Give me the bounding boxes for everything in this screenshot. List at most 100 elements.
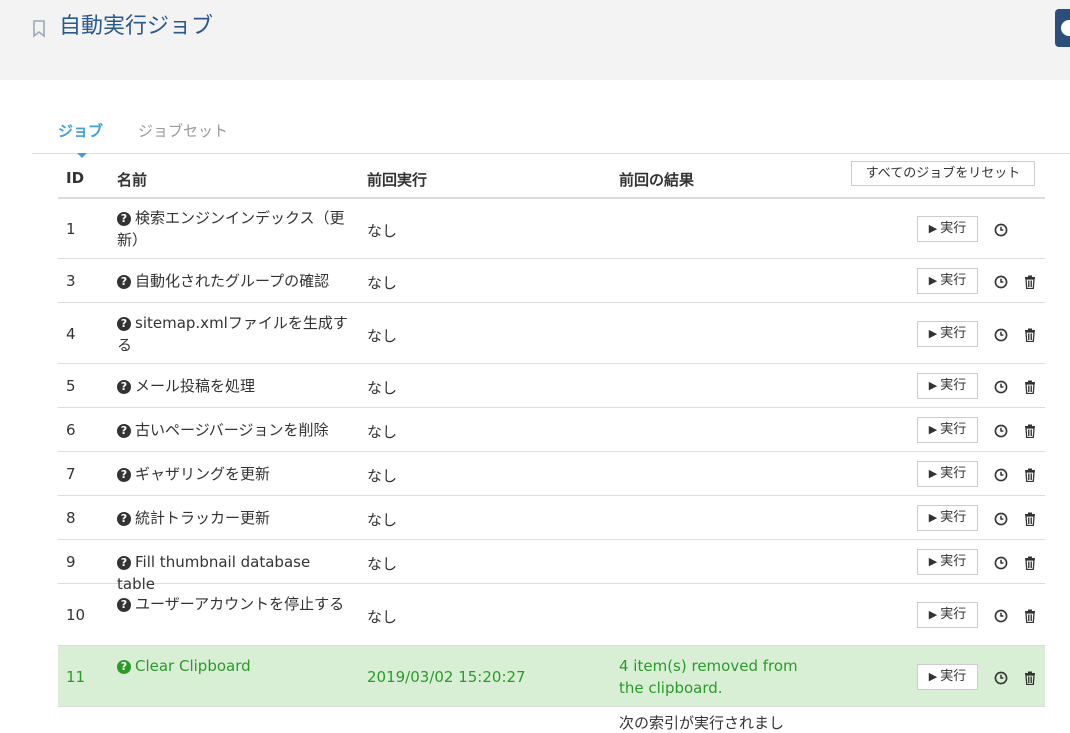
job-last-run: なし bbox=[367, 608, 398, 626]
job-name: ? 古いページバージョンを削除 bbox=[117, 419, 352, 441]
schedule-clock-icon[interactable] bbox=[994, 608, 1008, 623]
job-name: ? Clear Clipboard bbox=[117, 655, 352, 677]
run-job-button[interactable]: ▶ 実行 bbox=[917, 320, 978, 347]
job-name: ? 統計トラッカー更新 bbox=[117, 507, 352, 529]
delete-trash-icon[interactable] bbox=[1024, 555, 1036, 571]
run-job-button[interactable]: ▶ 実行 bbox=[917, 461, 978, 487]
column-header-name: 名前 bbox=[117, 171, 148, 189]
job-id: 3 bbox=[66, 272, 76, 290]
run-job-button[interactable]: ▶ 実行 bbox=[917, 373, 978, 399]
table-row: 5? メール投稿を処理 なし ▶ 実行 bbox=[58, 364, 1045, 408]
reset-all-jobs-button[interactable]: すべてのジョブをリセット bbox=[851, 161, 1035, 186]
job-last-run: なし bbox=[367, 467, 398, 485]
tab-bar: ジョブ ジョブセット bbox=[32, 115, 1070, 158]
tab-job-sets[interactable]: ジョブセット bbox=[138, 121, 228, 141]
job-name: ? 自動化されたグループの確認 bbox=[117, 270, 352, 292]
job-name: ? 検索エンジンインデックス（更新） bbox=[117, 207, 352, 251]
play-icon: ▶ bbox=[928, 669, 938, 683]
jobs-table-body: 1? 検索エンジンインデックス（更新） なし ▶ 実行 3? 自動化されたグループの確認 なし… bbox=[58, 198, 1045, 707]
header-action-icon bbox=[1061, 20, 1070, 36]
help-icon[interactable]: ? bbox=[117, 316, 131, 331]
job-name-text: 統計トラッカー更新 bbox=[135, 509, 271, 527]
job-id: 11 bbox=[66, 667, 86, 686]
table-row: 9? Fill thumbnail database table なし ▶ 実行 bbox=[58, 540, 1045, 593]
job-name: ? メール投稿を処理 bbox=[117, 375, 352, 397]
run-job-label: 実行 bbox=[940, 668, 967, 684]
run-job-button[interactable]: ▶ 実行 bbox=[917, 602, 978, 628]
run-job-button[interactable]: ▶ 実行 bbox=[917, 663, 978, 690]
play-icon: ▶ bbox=[928, 608, 938, 621]
play-icon: ▶ bbox=[928, 274, 938, 287]
run-job-label: 実行 bbox=[940, 422, 967, 437]
schedule-clock-icon[interactable] bbox=[994, 670, 1008, 684]
job-name-text: 自動化されたグループの確認 bbox=[135, 272, 330, 290]
page-title: 自動実行ジョブ bbox=[59, 14, 214, 39]
schedule-clock-icon[interactable] bbox=[994, 222, 1008, 236]
schedule-clock-icon[interactable] bbox=[994, 555, 1008, 570]
table-row: 11? Clear Clipboard 2019/03/02 15:20:27 4 i… bbox=[58, 646, 1045, 707]
help-icon[interactable]: ? bbox=[117, 556, 131, 570]
run-job-button[interactable]: ▶ 実行 bbox=[917, 417, 978, 443]
table-row: 4? sitemap.xmlファイルを生成する なし ▶ 実行 bbox=[58, 303, 1045, 364]
run-job-label: 実行 bbox=[940, 510, 967, 525]
run-job-button[interactable]: ▶ 実行 bbox=[917, 549, 978, 575]
job-last-run: なし bbox=[367, 511, 398, 529]
table-row: 10? ユーザーアカウントを停止するなし ▶ 実行 bbox=[58, 584, 1045, 646]
delete-trash-icon[interactable] bbox=[1024, 511, 1036, 527]
help-icon[interactable]: ? bbox=[117, 512, 131, 526]
job-id: 4 bbox=[66, 324, 76, 343]
table-row: 3? 自動化されたグループの確認 なし ▶ 実行 bbox=[58, 259, 1045, 303]
run-job-button[interactable]: ▶ 実行 bbox=[917, 268, 978, 294]
play-icon: ▶ bbox=[928, 326, 938, 340]
schedule-clock-icon[interactable] bbox=[994, 379, 1008, 394]
job-last-run: 2019/03/02 15:20:27 bbox=[367, 667, 526, 686]
table-row: 6? 古いページバージョンを削除 なし ▶ 実行 bbox=[58, 408, 1045, 452]
help-icon[interactable]: ? bbox=[117, 659, 131, 674]
delete-trash-icon[interactable] bbox=[1024, 608, 1036, 624]
play-icon: ▶ bbox=[928, 221, 938, 235]
help-icon[interactable]: ? bbox=[117, 275, 131, 289]
help-icon[interactable]: ? bbox=[117, 211, 131, 226]
header-action-button[interactable] bbox=[1055, 9, 1070, 47]
job-id: 5 bbox=[66, 377, 76, 395]
job-last-run: なし bbox=[367, 221, 398, 240]
schedule-clock-icon[interactable] bbox=[994, 327, 1008, 341]
delete-trash-icon[interactable] bbox=[1024, 423, 1036, 439]
play-icon: ▶ bbox=[928, 555, 938, 568]
schedule-clock-icon[interactable] bbox=[994, 511, 1008, 526]
job-name-text: sitemap.xmlファイルを生成する bbox=[117, 313, 348, 354]
help-icon[interactable]: ? bbox=[117, 424, 131, 438]
page-header: 自動実行ジョブ bbox=[0, 0, 1070, 80]
play-icon: ▶ bbox=[928, 511, 938, 524]
job-name-text: 古いページバージョンを削除 bbox=[135, 421, 329, 439]
play-icon: ▶ bbox=[928, 467, 938, 480]
column-header-last-run: 前回実行 bbox=[367, 171, 428, 189]
schedule-clock-icon[interactable] bbox=[994, 467, 1008, 482]
run-job-label: 実行 bbox=[940, 466, 967, 481]
bookmark-icon[interactable] bbox=[32, 20, 46, 38]
job-name-text: ユーザーアカウントを停止する bbox=[135, 595, 345, 613]
run-job-button[interactable]: ▶ 実行 bbox=[917, 215, 978, 242]
job-id: 1 bbox=[66, 219, 76, 238]
delete-trash-icon[interactable] bbox=[1024, 379, 1036, 395]
run-job-label: 実行 bbox=[940, 220, 967, 236]
help-icon[interactable]: ? bbox=[117, 380, 131, 394]
run-job-button[interactable]: ▶ 実行 bbox=[917, 505, 978, 531]
schedule-clock-icon[interactable] bbox=[994, 423, 1008, 438]
run-job-label: 実行 bbox=[940, 554, 967, 569]
delete-trash-icon[interactable] bbox=[1024, 274, 1036, 290]
help-icon[interactable]: ? bbox=[117, 468, 131, 482]
delete-trash-icon[interactable] bbox=[1024, 670, 1036, 685]
run-job-label: 実行 bbox=[940, 325, 967, 341]
delete-trash-icon[interactable] bbox=[1024, 467, 1036, 483]
schedule-clock-icon[interactable] bbox=[994, 274, 1008, 289]
job-name-text: メール投稿を処理 bbox=[135, 377, 256, 395]
delete-trash-icon[interactable] bbox=[1024, 327, 1036, 342]
job-name-text: 検索エンジンインデックス（更新） bbox=[117, 208, 345, 249]
job-last-run: なし bbox=[367, 555, 398, 573]
help-icon[interactable]: ? bbox=[117, 598, 131, 612]
job-last-run: なし bbox=[367, 379, 398, 397]
job-id: 7 bbox=[66, 465, 76, 483]
job-id: 10 bbox=[66, 606, 86, 624]
tab-jobs[interactable]: ジョブ bbox=[58, 121, 103, 141]
